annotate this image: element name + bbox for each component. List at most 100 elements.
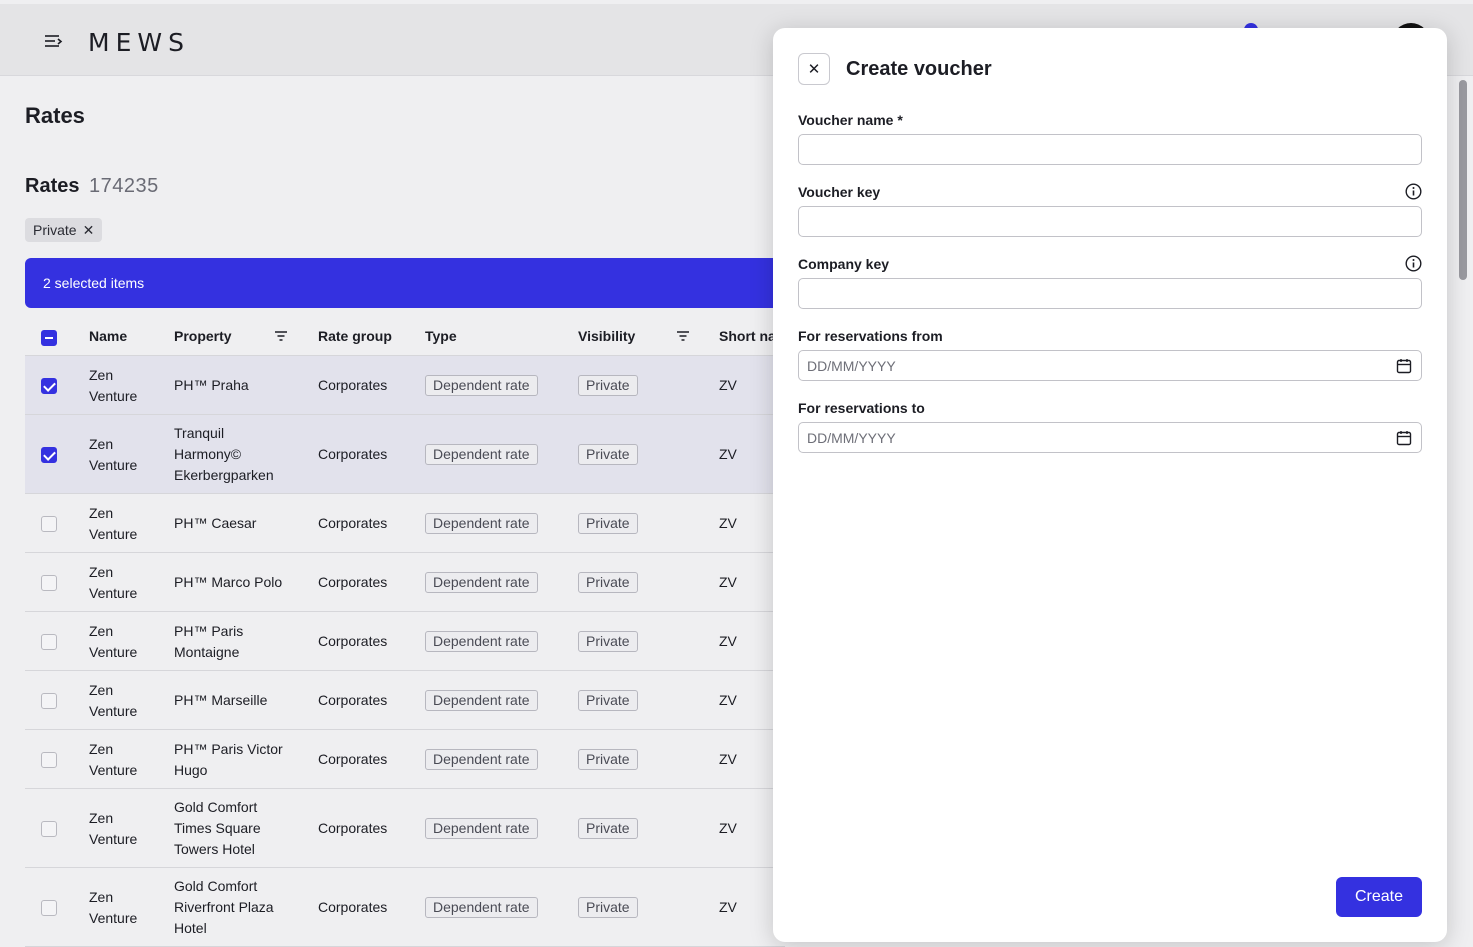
column-header-rate-group[interactable]: Rate group bbox=[318, 328, 392, 344]
row-checkbox[interactable] bbox=[41, 515, 57, 532]
column-header-property[interactable]: Property bbox=[174, 328, 232, 344]
cell-rate-group: Corporates bbox=[318, 633, 388, 649]
cell-name: Zen Venture bbox=[89, 808, 137, 850]
create-button[interactable]: Create bbox=[1336, 877, 1422, 917]
filter-chip-private[interactable]: Private ✕ bbox=[25, 218, 103, 242]
voucher-key-input[interactable] bbox=[798, 206, 1422, 237]
table-row[interactable]: Zen Venture Tranquil Harmony© Ekerbergparken… bbox=[25, 415, 785, 494]
visibility-tag: Private bbox=[578, 375, 638, 396]
type-tag: Dependent rate bbox=[425, 690, 538, 711]
cell-property-line: Harmony© bbox=[174, 446, 242, 462]
column-header-type[interactable]: Type bbox=[425, 328, 457, 344]
mews-logo[interactable]: MEWS bbox=[88, 28, 190, 57]
rates-count: 174235 bbox=[89, 175, 159, 197]
cell-property-line: PH™ Marco Polo bbox=[174, 574, 283, 590]
table-row[interactable]: Zen Venture Gold Comfort Times Square Towers… bbox=[25, 789, 785, 868]
table-row[interactable]: Zen Venture PH™ Marco Polo Corporates Depend… bbox=[25, 553, 785, 612]
cell-property-line: Riverfront Plaza bbox=[174, 899, 274, 915]
cell-name: Zen Venture bbox=[89, 434, 137, 476]
type-tag: Dependent rate bbox=[425, 818, 538, 839]
cell-property: PH™ Praha bbox=[174, 375, 249, 396]
cell-property-line: PH™ Paris bbox=[174, 622, 244, 639]
cell-name: Zen Venture bbox=[89, 739, 137, 781]
row-checkbox[interactable] bbox=[41, 899, 57, 916]
cell-name-line: Zen bbox=[89, 366, 114, 383]
cell-property-line: Gold Comfort bbox=[174, 799, 258, 815]
cell-name: Zen Venture bbox=[89, 680, 137, 722]
cell-short-name: ZV bbox=[719, 574, 737, 590]
type-tag: Dependent rate bbox=[425, 513, 538, 534]
close-icon[interactable]: ✕ bbox=[83, 222, 95, 239]
table-row[interactable]: Zen Venture PH™ Praha Corporates Dependent r… bbox=[25, 356, 785, 415]
selection-bar: 2 selected items bbox=[25, 258, 785, 308]
row-checkbox[interactable] bbox=[41, 446, 57, 463]
cell-short-name: ZV bbox=[719, 377, 737, 393]
menu-icon[interactable] bbox=[42, 30, 64, 52]
cell-name-line: Zen bbox=[89, 809, 114, 826]
calendar-icon[interactable] bbox=[1396, 430, 1412, 446]
cell-rate-group: Corporates bbox=[318, 446, 388, 462]
panel-title: Create voucher bbox=[846, 58, 992, 80]
table-row[interactable]: Zen Venture Gold Comfort Riverfront Plaza Ho… bbox=[25, 868, 785, 947]
cell-property-line: Tranquil bbox=[174, 425, 225, 441]
visibility-tag: Private bbox=[578, 818, 638, 839]
cell-property: Gold Comfort Riverfront Plaza Hotel bbox=[174, 876, 274, 939]
cell-name-line: Zen bbox=[89, 504, 114, 521]
cell-property-line: PH™ Praha bbox=[174, 377, 249, 393]
cell-name: Zen Venture bbox=[89, 503, 137, 545]
row-checkbox[interactable] bbox=[41, 574, 57, 591]
row-checkbox[interactable] bbox=[41, 377, 57, 394]
close-button[interactable]: ✕ bbox=[798, 53, 830, 85]
cell-rate-group: Corporates bbox=[318, 377, 388, 393]
info-icon[interactable] bbox=[1405, 255, 1422, 272]
cell-property-line: Hugo bbox=[174, 761, 208, 778]
type-tag: Dependent rate bbox=[425, 749, 538, 770]
cell-property: PH™ Caesar bbox=[174, 513, 256, 534]
scrollbar[interactable] bbox=[1459, 80, 1467, 280]
cell-name-line: Zen bbox=[89, 435, 114, 452]
column-header-visibility[interactable]: Visibility bbox=[578, 328, 635, 344]
visibility-tag: Private bbox=[578, 631, 638, 652]
select-all-checkbox[interactable] bbox=[41, 330, 57, 346]
table-row[interactable]: Zen Venture PH™ Marseille Corporates Depende… bbox=[25, 671, 785, 730]
cell-property-line: Times Square bbox=[174, 820, 261, 836]
cell-property-line: Hotel bbox=[174, 920, 207, 936]
row-checkbox[interactable] bbox=[41, 692, 57, 709]
cell-name: Zen Venture bbox=[89, 365, 137, 407]
table-row[interactable]: Zen Venture PH™ Paris Victor Hugo Corporates… bbox=[25, 730, 785, 789]
page-title: Rates bbox=[25, 103, 85, 128]
column-header-name[interactable]: Name bbox=[89, 328, 127, 344]
type-tag: Dependent rate bbox=[425, 897, 538, 918]
cell-property: Gold Comfort Times Square Towers Hotel bbox=[174, 797, 261, 860]
cell-short-name: ZV bbox=[719, 446, 737, 462]
cell-name-line: Venture bbox=[89, 830, 138, 847]
reservations-to-label: For reservations to bbox=[798, 400, 925, 416]
filter-icon[interactable] bbox=[273, 328, 289, 344]
cell-name-line: Venture bbox=[89, 456, 138, 473]
cell-rate-group: Corporates bbox=[318, 515, 388, 531]
row-checkbox[interactable] bbox=[41, 633, 57, 650]
row-checkbox[interactable] bbox=[41, 751, 57, 768]
voucher-name-input[interactable] bbox=[798, 134, 1422, 165]
cell-property-line: Towers Hotel bbox=[174, 841, 255, 857]
reservations-to-date-input[interactable] bbox=[798, 422, 1422, 453]
table-row[interactable]: Zen Venture PH™ Caesar Corporates Dependent … bbox=[25, 494, 785, 553]
cell-name-line: Zen bbox=[89, 563, 114, 580]
company-key-label: Company key bbox=[798, 256, 890, 272]
column-header-short-name[interactable]: Short na bbox=[719, 328, 776, 344]
row-checkbox[interactable] bbox=[41, 820, 57, 837]
visibility-tag: Private bbox=[578, 572, 638, 593]
cell-name-line: Venture bbox=[89, 525, 138, 542]
cell-name-line: Zen bbox=[89, 888, 114, 905]
visibility-tag: Private bbox=[578, 897, 638, 918]
cell-property-line: Montaigne bbox=[174, 643, 240, 660]
reservations-from-date-input[interactable] bbox=[798, 350, 1422, 381]
company-key-input[interactable] bbox=[798, 278, 1422, 309]
cell-property: PH™ Paris Victor Hugo bbox=[174, 739, 283, 781]
info-icon[interactable] bbox=[1405, 183, 1422, 200]
calendar-icon[interactable] bbox=[1396, 358, 1412, 374]
table-header: Name Property Rate group Type Visibility… bbox=[25, 318, 785, 356]
filter-icon[interactable] bbox=[675, 328, 691, 344]
table-body: Zen Venture PH™ Praha Corporates Dependent r… bbox=[25, 356, 785, 947]
table-row[interactable]: Zen Venture PH™ Paris Montaigne Corporates De… bbox=[25, 612, 785, 671]
